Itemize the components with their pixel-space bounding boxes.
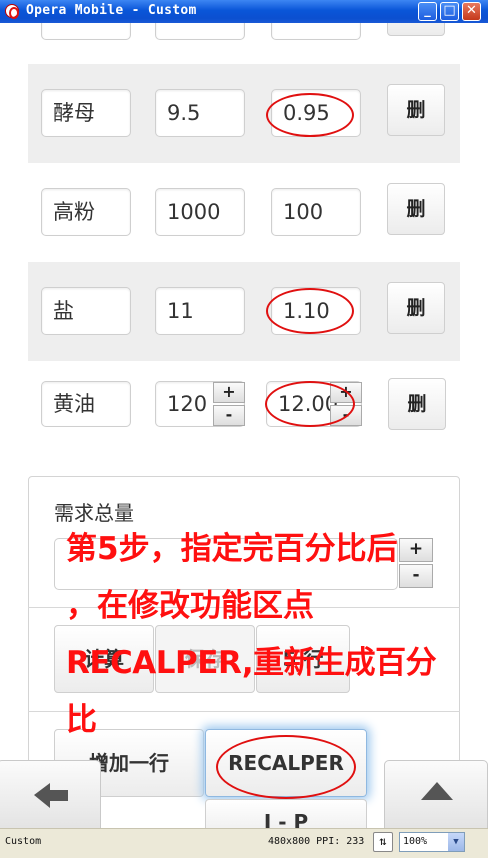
delete-row-button[interactable]: 删 [387,282,445,334]
amount-stepper: + - [213,382,245,426]
ingredient-name-field[interactable]: 高粉 [41,188,131,236]
up-triangle-icon [421,782,453,800]
decrement-button[interactable]: - [330,405,362,426]
percent-stepper: + - [330,382,362,426]
ingredient-row: 酵母 9.5 0.95 删 [28,64,460,163]
maximize-button[interactable]: □ [440,2,459,21]
window-title: Opera Mobile - Custom [26,3,197,18]
zoom-value: 100% [403,836,428,847]
status-bar: Custom 480x800 PPI: 233 ⇅ 100% ▼ [0,828,488,858]
ingredient-row: 黄油 120 + - 12.00 + - 删 [28,361,460,457]
title-bar: Opera Mobile - Custom _ □ ✕ [0,0,488,23]
increment-button[interactable]: + [330,382,362,403]
ingredient-name-field[interactable]: 盐 [41,287,131,335]
ingredient-row [28,23,460,41]
ingredient-percent-field[interactable]: 100 [271,188,361,236]
annotation-line: ，在修改功能区点 [66,588,314,624]
annotation-line: RECALPER,重新生成百分 [66,645,437,681]
ingredient-name-field[interactable]: 酵母 [41,89,131,137]
ingredient-amount-field[interactable]: 11 [155,287,245,335]
delete-row-button[interactable]: 删 [388,378,446,430]
chevron-down-icon: ▼ [448,833,464,851]
delete-row-button[interactable] [387,23,445,36]
delete-row-button[interactable]: 删 [387,84,445,136]
ingredient-percent-field[interactable]: 1.10 [271,287,361,335]
ingredient-amount-field[interactable]: 9.5 [155,89,245,137]
annotation-text: 第5步，指定完百分比后 ，在修改功能区点 RECALPER,重新生成百分 比 [66,521,446,749]
scroll-top-button[interactable] [384,760,488,828]
back-button[interactable] [0,760,101,828]
ingredient-row: 盐 11 1.10 删 [28,262,460,361]
close-button[interactable]: ✕ [462,2,481,21]
delete-row-button[interactable]: 删 [387,183,445,235]
ingredient-row: 高粉 1000 100 删 [28,163,460,262]
ingredient-name-field[interactable] [41,23,131,40]
rotate-screen-icon[interactable]: ⇅ [373,832,393,852]
increment-button[interactable]: + [213,382,245,403]
profile-label: Custom [5,836,42,847]
zoom-select[interactable]: 100% ▼ [399,832,465,852]
back-arrow-icon [34,783,68,808]
ingredient-amount-field[interactable] [155,23,245,40]
page-viewport: 酵母 9.5 0.95 删 高粉 1000 100 删 盐 11 1.10 删 … [0,23,488,828]
decrement-button[interactable]: - [213,405,245,426]
annotation-line: 比 [66,702,97,738]
ingredient-percent-field[interactable] [271,23,361,40]
ingredient-name-field[interactable]: 黄油 [41,381,131,427]
opera-logo-icon [5,4,19,19]
annotation-line: 第5步，指定完百分比后 [66,531,398,567]
partial-button[interactable]: I - P [205,799,367,828]
resolution-label: 480x800 PPI: 233 [268,836,365,847]
ingredient-percent-field[interactable]: 0.95 [271,89,361,137]
ingredient-amount-field[interactable]: 1000 [155,188,245,236]
minimize-button[interactable]: _ [418,2,437,21]
